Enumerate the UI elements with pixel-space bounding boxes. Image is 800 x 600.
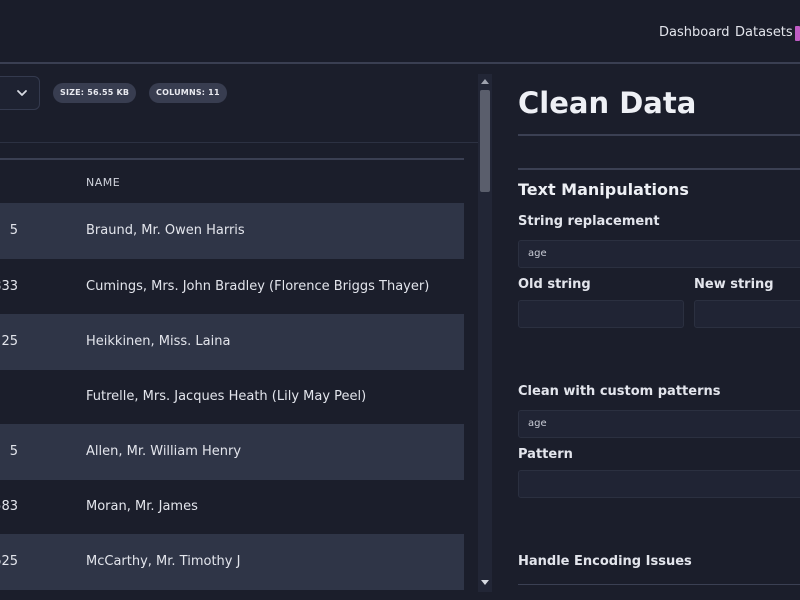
column-header-name[interactable]: NAME <box>86 176 120 189</box>
divider <box>518 134 800 136</box>
divider <box>518 584 800 585</box>
table-top-border <box>0 158 464 160</box>
table-cell: 625 <box>0 554 18 569</box>
page-title: Clean Data <box>518 86 697 120</box>
table-row[interactable]: 5 Braund, Mr. Owen Harris <box>0 203 464 259</box>
table-cell-name: Heikkinen, Miss. Laina <box>86 334 231 349</box>
scrollbar-thumb[interactable] <box>480 90 490 192</box>
custom-patterns-label: Clean with custom patterns <box>518 384 721 399</box>
table-scrollbar[interactable] <box>478 74 492 592</box>
text-manipulations-heading: Text Manipulations <box>518 180 689 199</box>
size-badge: SIZE: 56.55 KB <box>53 83 137 103</box>
table-cell: 5 <box>9 223 18 238</box>
scroll-up-arrow-icon[interactable] <box>481 78 489 84</box>
string-replacement-column-select[interactable]: age <box>518 240 800 268</box>
nav-datasets-link[interactable]: Datasets <box>735 25 793 40</box>
pattern-input[interactable] <box>518 470 800 498</box>
table-row[interactable]: 2833 Cumings, Mrs. John Bradley (Florenc… <box>0 259 464 315</box>
old-string-input[interactable] <box>518 300 684 328</box>
chevron-down-icon <box>17 90 27 96</box>
new-string-input[interactable] <box>694 300 800 328</box>
new-string-label: New string <box>694 277 774 292</box>
nav-dashboard-link[interactable]: Dashboard <box>659 25 730 40</box>
string-replacement-label: String replacement <box>518 214 660 229</box>
table-cell-name: Futrelle, Mrs. Jacques Heath (Lily May P… <box>86 389 367 404</box>
table-cell-name: McCarthy, Mr. Timothy J <box>86 554 241 569</box>
table-cell-name: Cumings, Mrs. John Bradley (Florence Bri… <box>86 279 430 294</box>
table-cell-name: Moran, Mr. James <box>86 499 198 514</box>
table-row[interactable]: 625 McCarthy, Mr. Timothy J <box>0 534 464 590</box>
custom-patterns-column-select[interactable]: age <box>518 410 800 438</box>
clean-data-panel: Clean Data Text Manipulations String rep… <box>492 66 800 600</box>
table-row[interactable]: 25 Heikkinen, Miss. Laina <box>0 314 464 370</box>
table-row[interactable]: 583 Moran, Mr. James <box>0 479 464 535</box>
table-cell-name: Braund, Mr. Owen Harris <box>86 223 245 238</box>
table-cell: 2833 <box>0 279 18 294</box>
top-navbar: Dashboard Datasets <box>0 0 800 64</box>
encoding-issues-heading: Handle Encoding Issues <box>518 554 692 569</box>
pattern-label: Pattern <box>518 447 573 462</box>
table-cell-name: Allen, Mr. William Henry <box>86 444 242 459</box>
column-header[interactable]: E <box>0 176 12 189</box>
dataset-select[interactable] <box>0 76 40 110</box>
table-row[interactable]: 5 Allen, Mr. William Henry <box>0 424 464 480</box>
divider <box>518 168 800 170</box>
table-cell <box>0 369 18 425</box>
columns-badge: COLUMNS: 11 <box>149 83 227 103</box>
old-string-label: Old string <box>518 277 591 292</box>
divider <box>0 142 478 143</box>
table-row[interactable]: Futrelle, Mrs. Jacques Heath (Lily May P… <box>0 369 464 425</box>
table-cell: 583 <box>0 499 18 514</box>
table-cell: 25 <box>1 334 18 349</box>
nav-overflow-link[interactable] <box>795 26 800 41</box>
dataset-preview-panel: SIZE: 56.55 KB COLUMNS: 11 E NAME 5 Brau… <box>0 66 478 600</box>
scroll-down-arrow-icon[interactable] <box>481 580 489 586</box>
table-cell: 5 <box>9 444 18 459</box>
